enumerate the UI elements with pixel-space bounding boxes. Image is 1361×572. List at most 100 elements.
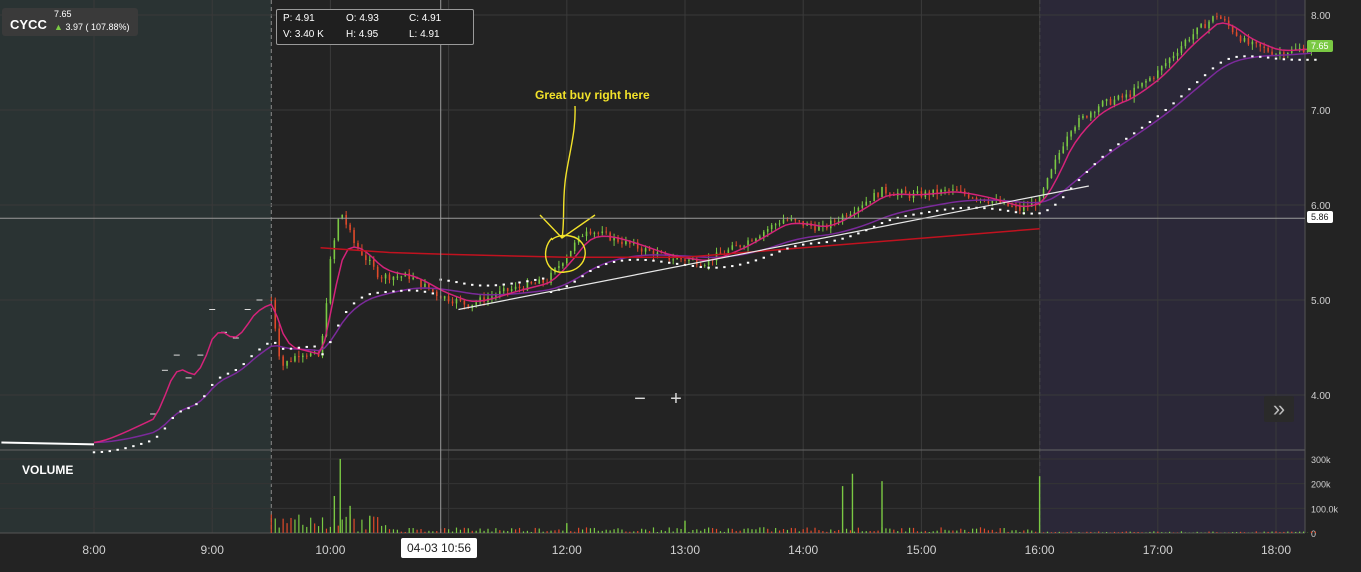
y-tick-label: 7.00: [1311, 106, 1331, 117]
x-tick-label: 13:00: [670, 543, 700, 557]
candle-body: [384, 274, 387, 279]
candle-body: [1093, 112, 1096, 114]
zoom-in-button[interactable]: +: [665, 388, 687, 410]
candle-body: [975, 197, 978, 200]
sar-dot: [912, 213, 915, 216]
zoom-out-button[interactable]: −: [629, 388, 651, 410]
candle-body: [1208, 21, 1210, 29]
y-tick-label: 4.00: [1311, 391, 1331, 402]
sar-dot: [108, 450, 111, 453]
candle-body: [1117, 95, 1120, 100]
ticker-symbol: CYCC: [10, 17, 47, 32]
sar-dot: [691, 264, 695, 267]
sar-dot: [1014, 211, 1018, 214]
candle-body: [1019, 206, 1021, 211]
candle-body: [699, 264, 702, 266]
sar-dot: [943, 208, 947, 211]
candle-body: [814, 225, 816, 231]
price-chart[interactable]: 8.007.006.005.004.008:009:0010:0011:0012…: [0, 0, 1361, 572]
ohlc-o: O: 4.93: [346, 13, 379, 24]
sar-dot: [1274, 57, 1278, 60]
sar-dot: [589, 270, 592, 273]
candle-body: [900, 190, 903, 193]
ohlc-p: P: 4.91: [283, 13, 315, 24]
x-tick-label: 17:00: [1143, 543, 1173, 557]
sar-dot: [518, 281, 521, 284]
sar-dot: [778, 250, 781, 253]
candle-body: [1271, 51, 1273, 55]
candle-body: [794, 219, 797, 221]
candle-body: [833, 220, 836, 222]
sar-dot: [565, 285, 568, 288]
sar-dot: [699, 266, 702, 269]
sar-dot: [1251, 55, 1254, 58]
sar-dot: [620, 259, 624, 262]
sar-dot: [218, 376, 222, 379]
sar-dot: [1109, 149, 1112, 152]
candle-body: [1050, 169, 1053, 179]
volume-tick-label: 0: [1311, 529, 1316, 539]
candle-body: [1066, 136, 1068, 147]
volume-tick-label: 300k: [1311, 455, 1331, 465]
candle-body: [1101, 101, 1104, 107]
candle-body: [1164, 63, 1167, 67]
candle-body: [739, 245, 741, 247]
sar-dot: [250, 355, 253, 358]
sar-dot: [155, 435, 159, 438]
sar-dot: [636, 258, 639, 261]
candle-body: [1247, 38, 1250, 45]
candle-body: [542, 279, 544, 283]
sar-dot: [541, 277, 545, 280]
sar-dot: [179, 410, 182, 413]
sar-dot: [163, 427, 167, 430]
sar-dot: [1006, 209, 1010, 212]
sar-dot: [510, 282, 513, 285]
candle-body: [869, 201, 871, 203]
sar-dot: [266, 342, 269, 345]
sar-dot: [809, 242, 813, 245]
sar-dot: [1188, 88, 1191, 91]
candle-body: [506, 288, 509, 291]
candle-body: [944, 189, 946, 191]
vwap-line: [320, 228, 1040, 258]
candle-body: [365, 255, 367, 261]
candle-body: [904, 190, 907, 194]
candle-body: [1180, 46, 1183, 53]
candle-body: [1223, 18, 1226, 21]
candle-body: [865, 201, 868, 206]
sar-dot: [1062, 196, 1065, 199]
candle-body: [1196, 27, 1198, 35]
sar-dot: [928, 211, 931, 214]
candle-body: [491, 296, 493, 298]
candle-body: [1082, 115, 1084, 119]
candle-body: [1239, 35, 1242, 42]
candle-body: [518, 286, 521, 289]
sar-dot: [1180, 95, 1183, 98]
sar-dot: [715, 266, 718, 269]
candle-body: [1054, 159, 1057, 170]
sar-dot: [723, 266, 726, 269]
candle-body: [1160, 66, 1163, 71]
candle-body: [782, 219, 785, 224]
chart-stage[interactable]: 8.007.006.005.004.008:009:0010:0011:0012…: [0, 0, 1361, 572]
candle-body: [1125, 94, 1128, 98]
sar-dot: [534, 278, 537, 281]
sar-dot: [1164, 108, 1167, 111]
candle-body: [1168, 58, 1171, 64]
candle-body: [1145, 80, 1147, 83]
candle-body: [597, 232, 600, 234]
sar-dot: [195, 403, 198, 406]
sar-dot: [612, 260, 616, 263]
sar-dot: [463, 282, 466, 285]
sar-dot: [352, 302, 356, 305]
sar-dot: [1282, 58, 1286, 61]
sar-dot: [344, 311, 348, 314]
sar-dot: [1046, 209, 1049, 212]
x-tick-label: 8:00: [82, 543, 106, 557]
candle-body: [759, 236, 761, 239]
candle-body: [412, 277, 414, 279]
candle-body: [766, 229, 769, 232]
expand-chart-button[interactable]: »: [1264, 396, 1294, 422]
candle-body: [1298, 48, 1301, 50]
sar-dot: [526, 280, 529, 283]
